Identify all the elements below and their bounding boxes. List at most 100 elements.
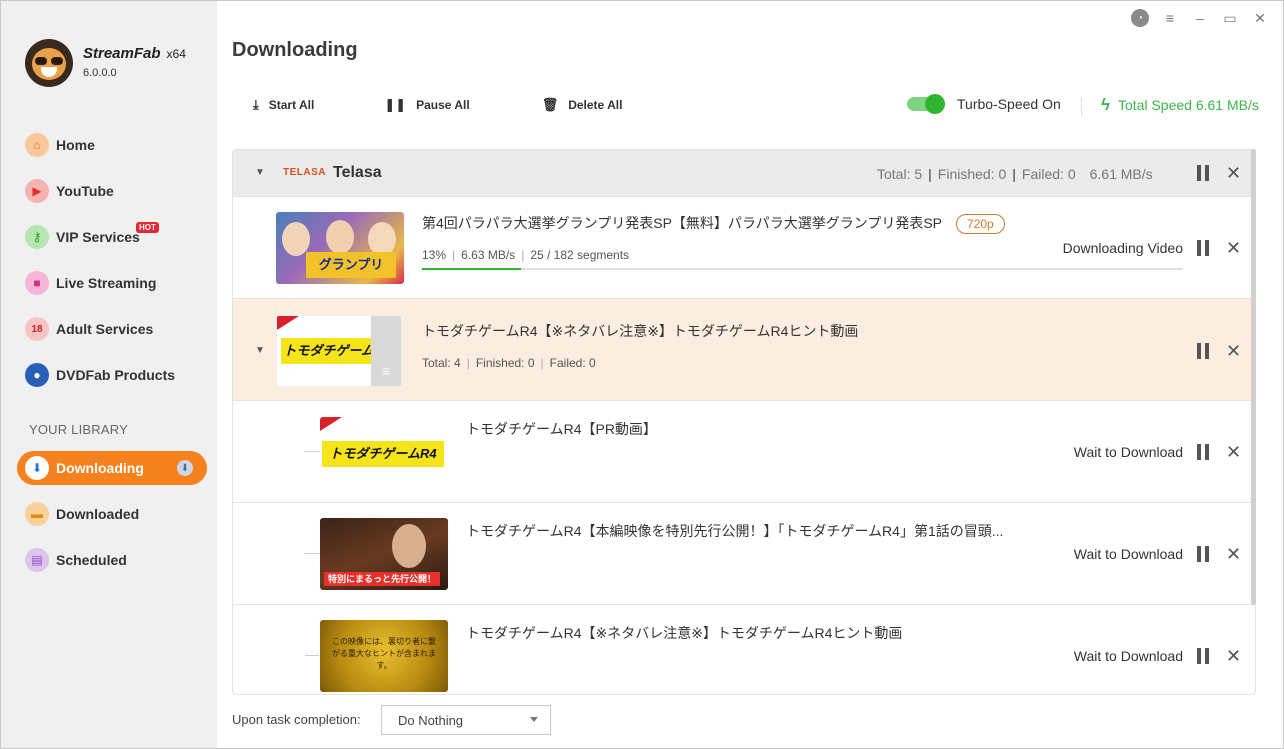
sidebar-item-label: Home <box>56 137 95 153</box>
playlist-close-button[interactable]: ✕ <box>1226 342 1241 360</box>
completion-label: Upon task completion: <box>232 712 361 727</box>
sidebar-item-downloaded[interactable]: ▬ Downloaded <box>17 497 207 531</box>
task-pause-button[interactable] <box>1196 240 1210 256</box>
main-panel: ◔ ≡ – ▭ ✕ Downloading ⤓ Start All ❚❚ Pau… <box>217 1 1283 748</box>
calendar-icon: ▤ <box>25 548 49 572</box>
telasa-logo: TELASA <box>283 167 326 178</box>
thumb-caption: この映像には、裏切り者に繋がる重大なヒントが含まれます。 <box>332 637 436 670</box>
task-pause-button[interactable] <box>1196 546 1210 562</box>
task-list: ▼ TELASA Telasa Total: 5 | Finished: 0 | Fai… <box>232 149 1256 695</box>
sidebar-item-label: DVDFab Products <box>56 367 176 383</box>
toolbar: ⤓ Start All ❚❚ Pause All 🗑 Delete All <box>253 97 622 113</box>
task-status: Downloading Video <box>1062 240 1183 256</box>
download-count-icon: ⬇ <box>177 460 193 476</box>
turbo-speed-toggle[interactable]: Turbo-Speed On <box>907 94 1061 114</box>
sidebar-item-scheduled[interactable]: ▤ Scheduled <box>17 543 207 577</box>
close-icon[interactable]: ✕ <box>1251 9 1269 27</box>
playlist-title: トモダチゲームR4【※ネタバレ注意※】トモダチゲームR4ヒント動画 <box>422 323 859 339</box>
minimize-icon[interactable]: – <box>1191 9 1209 27</box>
pause-all-label: Pause All <box>416 98 470 112</box>
sidebar-item-label: Downloaded <box>56 506 140 522</box>
sidebar-item-label: Downloading <box>56 460 144 476</box>
task-title: トモダチゲームR4【本編映像を特別先行公開！】「トモダチゲームR4」第1話の冒頭… <box>466 523 1004 539</box>
scrollbar[interactable] <box>1251 149 1256 605</box>
expand-caret-icon[interactable]: ▼ <box>255 345 265 356</box>
group-header: ▼ TELASA Telasa Total: 5 | Finished: 0 | Fai… <box>233 150 1255 196</box>
completion-select[interactable]: Do Nothing <box>381 705 551 735</box>
video-thumbnail: トモダチゲームR4 <box>320 417 448 489</box>
playlist-icon: ≡ <box>371 316 401 386</box>
playlist-row: ▼ トモダチゲームR4 ≡ トモダチゲームR4【※ネタバレ注意※】トモダチゲーム… <box>233 298 1255 400</box>
group-close-button[interactable]: ✕ <box>1226 164 1241 182</box>
video-thumbnail: グランプリ <box>276 212 404 284</box>
sidebar-item-label: VIP Services <box>56 229 140 245</box>
library-heading: YOUR LIBRARY <box>29 422 128 437</box>
download-arrow-icon: ⤓ <box>253 97 259 112</box>
task-close-button[interactable]: ✕ <box>1226 239 1241 257</box>
sidebar-item-label: Adult Services <box>56 321 154 337</box>
sidebar-item-label: Scheduled <box>56 552 127 568</box>
camera-icon: ■ <box>25 271 49 295</box>
sidebar-item-label: Live Streaming <box>56 275 157 291</box>
thumb-title: トモダチゲームR4 <box>322 441 444 467</box>
app-version: 6.0.0.0 <box>83 67 117 79</box>
task-close-button[interactable]: ✕ <box>1226 443 1241 461</box>
playlist-stats: Total: 4 | Finished: 0 | Failed: 0 <box>422 356 596 370</box>
pause-icon: ❚❚ <box>384 97 407 112</box>
streamfab-logo <box>25 39 73 87</box>
turbo-switch[interactable] <box>907 94 945 114</box>
sidebar-item-live-streaming[interactable]: ■ Live Streaming <box>17 266 207 300</box>
video-thumbnail: 特別にまるっと先行公開！ <box>320 518 448 590</box>
start-all-label: Start All <box>268 98 315 112</box>
18-plus-icon: 18 <box>25 317 49 341</box>
sidebar: StreamFab x64 6.0.0.0 ⌂ Home ▶ YouTube ⚷ … <box>1 1 217 748</box>
task-pause-button[interactable] <box>1196 444 1210 460</box>
feedback-icon[interactable]: ◔ <box>1131 9 1149 27</box>
playlist-pause-button[interactable] <box>1196 343 1210 359</box>
download-icon: ⬇ <box>25 456 49 480</box>
child-task-row: この映像には、裏切り者に繋がる重大なヒントが含まれます。 トモダチゲームR4【※… <box>233 604 1255 694</box>
task-row: グランプリ 第4回パラパラ大選挙グランプリ発表SP【無料】パラパラ大選挙グランプ… <box>233 196 1255 298</box>
page-title: Downloading <box>232 39 358 61</box>
thumb-caption: 特別にまるっと先行公開！ <box>324 572 440 586</box>
sidebar-item-youtube[interactable]: ▶ YouTube <box>17 174 207 208</box>
total-speed-label: Total Speed 6.61 MB/s <box>1118 97 1259 113</box>
task-status: Wait to Download <box>1073 444 1183 460</box>
folder-icon: ▬ <box>25 502 49 526</box>
delete-all-label: Delete All <box>568 98 623 112</box>
group-pause-button[interactable] <box>1196 165 1210 181</box>
sidebar-item-vip-services[interactable]: ⚷ VIP Services HOT <box>17 220 207 254</box>
video-thumbnail: この映像には、裏切り者に繋がる重大なヒントが含まれます。 <box>320 620 448 692</box>
total-speed: ϟ Total Speed 6.61 MB/s <box>1101 95 1259 115</box>
collapse-caret-icon[interactable]: ▼ <box>255 167 265 178</box>
pause-all-button[interactable]: ❚❚ Pause All <box>384 97 469 113</box>
start-all-button[interactable]: ⤓ Start All <box>253 97 314 113</box>
task-title: 第4回パラパラ大選挙グランプリ発表SP【無料】パラパラ大選挙グランプリ発表SP 7… <box>422 213 1005 234</box>
menu-icon[interactable]: ≡ <box>1161 9 1179 27</box>
delete-all-button[interactable]: 🗑 Delete All <box>542 97 623 113</box>
trash-icon: 🗑 <box>541 97 559 112</box>
home-icon: ⌂ <box>25 133 49 157</box>
sidebar-item-dvdfab-products[interactable]: ● DVDFab Products <box>17 358 207 392</box>
child-task-row: トモダチゲームR4 トモダチゲームR4【PR動画】 Wait to Downlo… <box>233 400 1255 502</box>
child-task-row: 特別にまるっと先行公開！ トモダチゲームR4【本編映像を特別先行公開！】「トモダ… <box>233 502 1255 604</box>
maximize-icon[interactable]: ▭ <box>1221 9 1239 27</box>
window-controls: ◔ ≡ – ▭ ✕ <box>1131 9 1269 27</box>
group-name: Telasa <box>333 164 382 181</box>
sidebar-item-home[interactable]: ⌂ Home <box>17 128 207 162</box>
group-stats: Total: 5 | Finished: 0 | Failed: 0 6.61 MB/s <box>877 166 1153 182</box>
task-pause-button[interactable] <box>1196 648 1210 664</box>
hot-badge: HOT <box>136 222 159 233</box>
sidebar-item-downloading[interactable]: ⬇ Downloading ⬇ <box>17 451 207 485</box>
task-progress-meta: 13% | 6.63 MB/s | 25 / 182 segments <box>422 248 630 262</box>
task-close-button[interactable]: ✕ <box>1226 647 1241 665</box>
progress-bar <box>422 268 1183 270</box>
task-close-button[interactable]: ✕ <box>1226 545 1241 563</box>
resolution-badge: 720p <box>956 214 1005 234</box>
turbo-label: Turbo-Speed On <box>957 96 1061 112</box>
dvdfab-icon: ● <box>25 363 49 387</box>
task-title: トモダチゲームR4【PR動画】 <box>466 421 657 437</box>
sidebar-item-adult-services[interactable]: 18 Adult Services <box>17 312 207 346</box>
key-icon: ⚷ <box>25 225 49 249</box>
chevron-down-icon <box>530 717 538 722</box>
